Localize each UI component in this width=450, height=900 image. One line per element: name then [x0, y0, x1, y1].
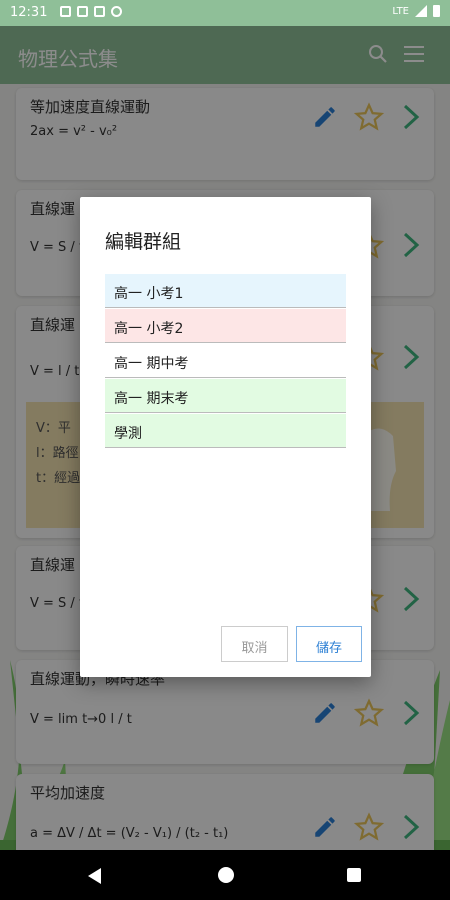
notification-icon [94, 6, 105, 17]
group-item[interactable]: 學測 [105, 414, 346, 448]
notification-icon [111, 6, 122, 17]
back-icon[interactable] [88, 868, 101, 884]
notification-icon [60, 6, 71, 17]
notification-icon [77, 6, 88, 17]
group-item[interactable]: 高一 期末考 [105, 379, 346, 413]
dialog-title: 編輯群組 [105, 231, 182, 253]
cancel-button[interactable]: 取消 [221, 626, 288, 662]
edit-group-dialog: 編輯群組 高一 小考1 高一 小考2 高一 期中考 高一 期末考 學測 取消 儲… [80, 197, 371, 677]
system-nav-bar [0, 850, 450, 900]
battery-icon [433, 5, 440, 17]
status-bar: 12:31 LTE [0, 0, 450, 26]
network-type: LTE [392, 5, 409, 17]
group-item[interactable]: 高一 期中考 [105, 344, 346, 378]
status-time: 12:31 [10, 5, 48, 20]
recents-icon[interactable] [347, 868, 361, 882]
signal-icon [415, 5, 427, 17]
save-button[interactable]: 儲存 [296, 626, 362, 662]
home-icon[interactable] [218, 867, 234, 883]
group-item[interactable]: 高一 小考2 [105, 309, 346, 343]
group-item[interactable]: 高一 小考1 [105, 274, 346, 308]
